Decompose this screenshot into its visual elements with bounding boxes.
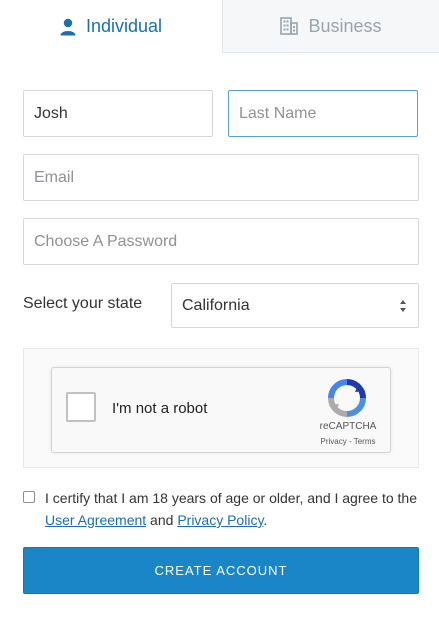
captcha-checkbox[interactable] — [66, 392, 96, 422]
tab-business-label: Business — [308, 15, 382, 36]
captcha-label: I'm not a robot — [112, 400, 208, 417]
captcha-terms-link[interactable]: Terms — [354, 437, 376, 446]
state-select[interactable]: California — [171, 283, 419, 328]
account-type-tabs: Individual Business — [0, 0, 439, 53]
certify-prefix: I certify that I am 18 years of age or o… — [45, 490, 417, 506]
certify-checkbox[interactable] — [23, 491, 35, 503]
user-agreement-link[interactable]: User Agreement — [45, 512, 146, 528]
certify-text: I certify that I am 18 years of age or o… — [23, 487, 419, 531]
recaptcha-widget: I'm not a robot reCAPTCHA Privacy - Term… — [51, 367, 391, 453]
recaptcha-brand: reCAPTCHA — [319, 421, 377, 432]
create-account-button[interactable]: CREATE ACCOUNT — [23, 547, 419, 594]
certify-row: I certify that I am 18 years of age or o… — [23, 487, 419, 531]
state-selected-value: California — [182, 296, 250, 314]
building-icon — [280, 17, 299, 35]
captcha-privacy-link[interactable]: Privacy — [321, 437, 347, 446]
captcha-links-separator: - — [346, 437, 354, 446]
last-name-input[interactable] — [228, 90, 418, 137]
recaptcha-logo-icon — [328, 379, 366, 417]
password-input[interactable] — [23, 218, 419, 265]
certify-suffix: . — [263, 512, 268, 528]
first-name-input[interactable] — [23, 90, 213, 137]
state-label: Select your state — [23, 295, 143, 312]
tab-individual[interactable]: Individual — [0, 0, 222, 53]
tab-business[interactable]: Business — [222, 0, 439, 53]
person-icon — [60, 18, 76, 36]
recaptcha-links: Privacy - Terms — [308, 437, 388, 446]
tab-individual-label: Individual — [85, 16, 163, 36]
captcha-container: I'm not a robot reCAPTCHA Privacy - Term… — [23, 348, 419, 468]
email-input[interactable] — [23, 154, 419, 201]
certify-and: and — [146, 512, 178, 528]
select-arrows-icon — [400, 299, 406, 313]
privacy-policy-link[interactable]: Privacy Policy — [177, 512, 263, 528]
